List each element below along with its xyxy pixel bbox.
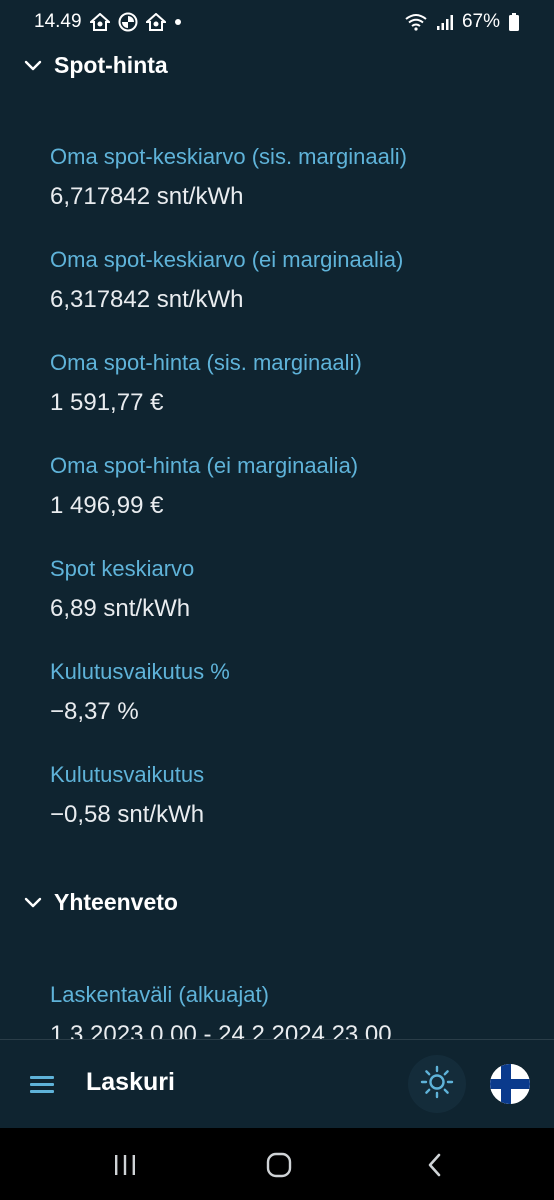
home-app-icon <box>145 13 166 31</box>
field-value: 1 591,77 € <box>50 389 164 416</box>
field-label: Spot keskiarvo <box>50 556 195 581</box>
home-app-icon <box>89 13 110 31</box>
sun-icon <box>420 1065 454 1104</box>
field-label: Laskentaväli (alkuajat) <box>50 982 269 1007</box>
field-label: Kulutusvaikutus % <box>50 659 230 684</box>
field-label: Oma spot-hinta (ei marginaalia) <box>50 453 359 478</box>
field-value: 6,717842 snt/kWh <box>50 183 244 210</box>
home-icon[interactable] <box>264 1150 294 1180</box>
status-bar: 14.49 67% <box>0 0 554 44</box>
section-header-summary[interactable]: Yhteenveto <box>22 889 178 916</box>
field-own-spot-price-no-margin: Oma spot-hinta (ei marginaalia) 1 496,99… <box>50 453 358 520</box>
back-icon[interactable] <box>420 1150 450 1180</box>
signal-icon <box>436 13 454 31</box>
notification-dot-icon <box>174 18 182 26</box>
battery-percent: 67% <box>461 11 500 32</box>
field-own-spot-price-with-margin: Oma spot-hinta (sis. marginaali) 1 591,7… <box>50 350 362 417</box>
field-own-spot-average-no-margin: Oma spot-keskiarvo (ei marginaalia) 6,31… <box>50 247 403 314</box>
status-time: 14.49 <box>34 11 82 32</box>
section-title: Spot-hinta <box>54 52 168 78</box>
field-value: 1.3.2023 0.00 - 24.2.2024 23.00 <box>50 1021 392 1039</box>
field-spot-average: Spot keskiarvo 6,89 snt/kWh <box>50 556 194 623</box>
field-consumption-effect: Kulutusvaikutus −0,58 snt/kWh <box>50 762 204 829</box>
field-label: Oma spot-keskiarvo (ei marginaalia) <box>50 247 404 272</box>
status-left: 14.49 <box>34 11 182 33</box>
battery-icon <box>508 12 520 32</box>
field-value: 1 496,99 € <box>50 492 164 519</box>
hamburger-menu-icon[interactable] <box>28 1070 58 1100</box>
field-label: Oma spot-keskiarvo (sis. marginaali) <box>50 144 407 169</box>
theme-toggle-button[interactable] <box>408 1055 466 1113</box>
chevron-down-icon <box>22 892 44 914</box>
field-own-spot-average-with-margin: Oma spot-keskiarvo (sis. marginaali) 6,7… <box>50 144 407 211</box>
field-value: −8,37 % <box>50 698 139 725</box>
recent-apps-icon[interactable] <box>110 1150 140 1180</box>
field-value: 6,89 snt/kWh <box>50 595 191 622</box>
chevron-down-icon <box>22 55 44 77</box>
main-content: Spot-hinta Oma spot-keskiarvo (sis. marg… <box>0 44 554 1039</box>
field-value: −0,58 snt/kWh <box>50 801 205 828</box>
finland-flag-icon <box>490 1064 530 1104</box>
wifi-icon <box>404 13 428 31</box>
bmw-icon <box>118 12 138 32</box>
bottom-app-bar: Laskuri <box>0 1039 554 1128</box>
section-title: Yhteenveto <box>54 889 178 915</box>
field-value: 6,317842 snt/kWh <box>50 286 244 313</box>
field-label: Kulutusvaikutus <box>50 762 205 787</box>
field-label: Oma spot-hinta (sis. marginaali) <box>50 350 362 375</box>
system-nav-bar <box>0 1128 554 1200</box>
section-header-spot[interactable]: Spot-hinta <box>22 52 168 79</box>
field-consumption-effect-percent: Kulutusvaikutus % −8,37 % <box>50 659 230 726</box>
app-title: Laskuri <box>86 1068 175 1096</box>
status-right: 67% <box>404 11 520 33</box>
language-button[interactable] <box>490 1064 530 1104</box>
field-calculation-period: Laskentaväli (alkuajat) 1.3.2023 0.00 - … <box>50 982 392 1039</box>
